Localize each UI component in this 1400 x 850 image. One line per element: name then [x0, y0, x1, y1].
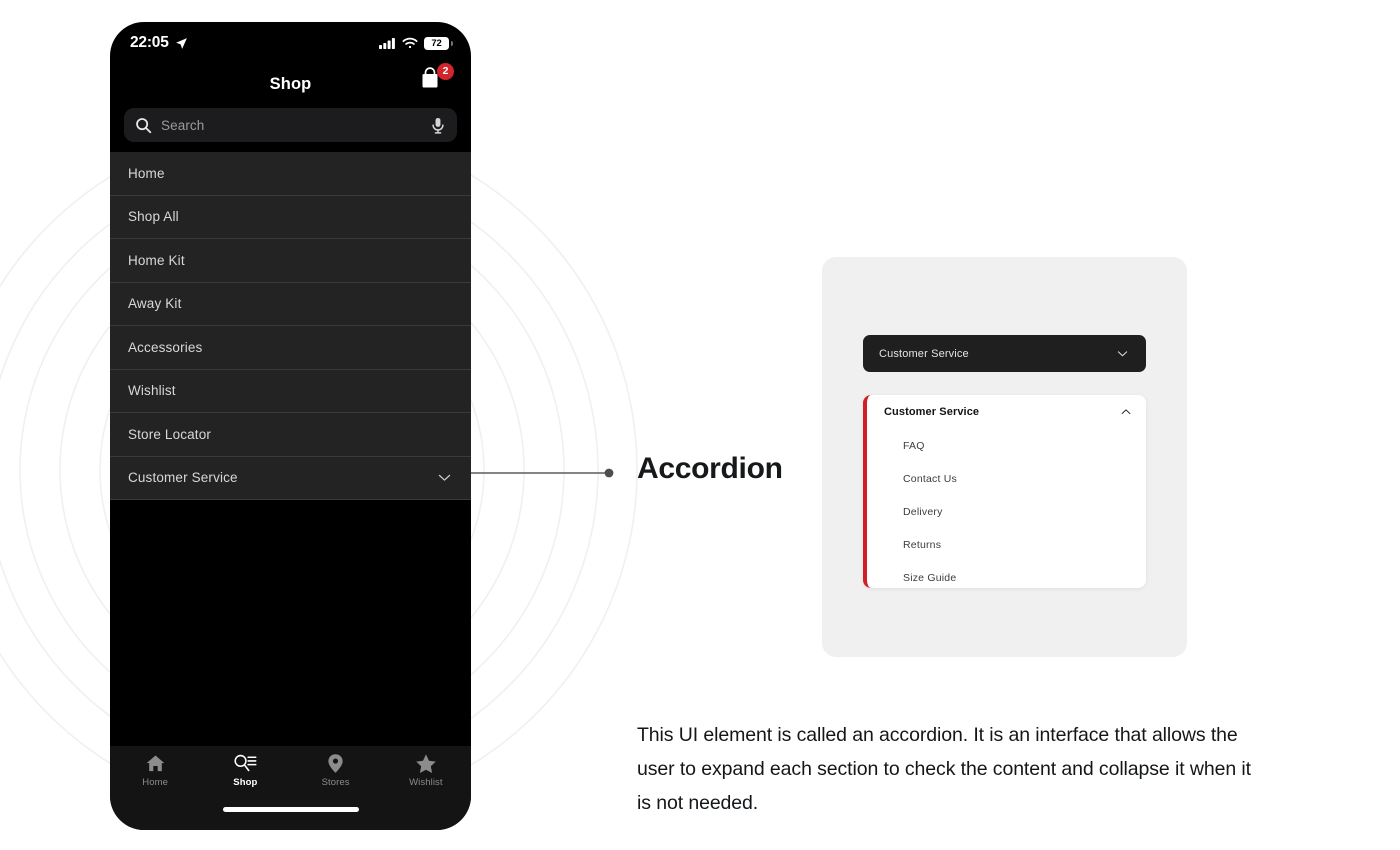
- phone-mockup: 22:05 72 Shop 2 Search Home Shop All Hom…: [110, 22, 471, 830]
- callout-description: This UI element is called an accordion. …: [637, 724, 1251, 814]
- menu-item-store-locator[interactable]: Store Locator: [110, 413, 471, 457]
- tab-home[interactable]: Home: [110, 753, 200, 788]
- accordion-item-contact-us[interactable]: Contact Us: [867, 462, 1146, 495]
- tab-stores[interactable]: Stores: [291, 753, 381, 788]
- menu-item-label: Home: [128, 165, 165, 181]
- search-icon: [135, 117, 152, 134]
- tab-label: Shop: [233, 777, 258, 788]
- accordion-item-size-guide[interactable]: Size Guide: [867, 561, 1146, 588]
- battery-level: 72: [431, 37, 442, 49]
- menu-item-label: Shop All: [128, 209, 179, 225]
- chevron-up-icon: [1119, 405, 1133, 419]
- menu-item-home-kit[interactable]: Home Kit: [110, 239, 471, 283]
- star-icon: [415, 753, 437, 774]
- cart-badge: 2: [437, 63, 454, 80]
- menu-item-label: Store Locator: [128, 426, 211, 442]
- tab-label: Stores: [321, 777, 350, 788]
- cellular-bars-icon: [379, 37, 396, 49]
- callout-leader-line: [471, 468, 614, 478]
- menu-item-shop-all[interactable]: Shop All: [110, 196, 471, 239]
- home-indicator[interactable]: [222, 807, 359, 812]
- chevron-down-icon: [436, 469, 453, 486]
- menu-item-accessories[interactable]: Accessories: [110, 326, 471, 370]
- tab-wishlist[interactable]: Wishlist: [381, 753, 471, 788]
- menu-item-away-kit[interactable]: Away Kit: [110, 283, 471, 326]
- bottom-tab-bar: Home Shop Stores Wishlist: [110, 746, 471, 804]
- nav-bar: Shop 2: [110, 63, 471, 104]
- status-bar-left: 22:05: [130, 34, 188, 52]
- location-arrow-icon: [175, 37, 188, 50]
- accordion-item-label: Size Guide: [903, 571, 957, 584]
- tab-shop[interactable]: Shop: [200, 753, 290, 788]
- cart-button[interactable]: 2: [419, 63, 454, 101]
- accordion-collapsed-header[interactable]: Customer Service: [863, 335, 1146, 372]
- map-pin-icon: [326, 753, 345, 774]
- microphone-icon[interactable]: [431, 117, 445, 134]
- search-list-icon: [233, 753, 257, 774]
- accordion-item-returns[interactable]: Returns: [867, 528, 1146, 561]
- search-bar[interactable]: Search: [124, 108, 457, 142]
- side-menu-list: Home Shop All Home Kit Away Kit Accessor…: [110, 152, 471, 500]
- accordion-expanded-panel: Customer Service FAQ Contact Us Delivery…: [863, 395, 1146, 588]
- tab-label: Home: [142, 777, 168, 788]
- wifi-icon: [402, 37, 418, 49]
- home-indicator-area: [110, 804, 471, 830]
- tab-label: Wishlist: [409, 777, 443, 788]
- status-bar-right: 72: [379, 36, 453, 50]
- accordion-collapsed-label: Customer Service: [879, 347, 969, 360]
- battery-indicator: 72: [424, 36, 453, 50]
- accordion-item-label: Returns: [903, 538, 942, 551]
- menu-item-wishlist[interactable]: Wishlist: [110, 370, 471, 413]
- menu-item-home[interactable]: Home: [110, 152, 471, 196]
- home-icon: [145, 753, 166, 774]
- menu-item-label: Customer Service: [128, 470, 238, 486]
- page-title: Shop: [269, 74, 312, 93]
- menu-item-label: Accessories: [128, 339, 203, 355]
- accordion-item-faq[interactable]: FAQ: [867, 429, 1146, 462]
- accordion-item-delivery[interactable]: Delivery: [867, 495, 1146, 528]
- accordion-demo-card: Customer Service Customer Service FAQ Co…: [822, 257, 1187, 657]
- menu-item-customer-service[interactable]: Customer Service: [110, 457, 471, 500]
- menu-empty-space: [110, 500, 471, 746]
- accordion-item-label: Delivery: [903, 505, 943, 518]
- callout-title: Accordion: [637, 452, 783, 485]
- menu-item-label: Home Kit: [128, 252, 185, 268]
- status-bar: 22:05 72: [110, 22, 471, 64]
- status-time: 22:05: [130, 34, 169, 51]
- screenshot-root: 22:05 72 Shop 2 Search Home Shop All Hom…: [0, 0, 1400, 850]
- accordion-item-label: FAQ: [903, 439, 925, 452]
- search-input[interactable]: Search: [161, 118, 422, 133]
- chevron-down-icon: [1115, 346, 1130, 361]
- accordion-item-label: Contact Us: [903, 472, 957, 485]
- menu-item-label: Wishlist: [128, 383, 176, 399]
- search-area: Search: [110, 104, 471, 152]
- menu-item-label: Away Kit: [128, 296, 182, 312]
- accordion-expanded-label: Customer Service: [884, 406, 980, 418]
- accordion-expanded-header[interactable]: Customer Service: [867, 395, 1146, 429]
